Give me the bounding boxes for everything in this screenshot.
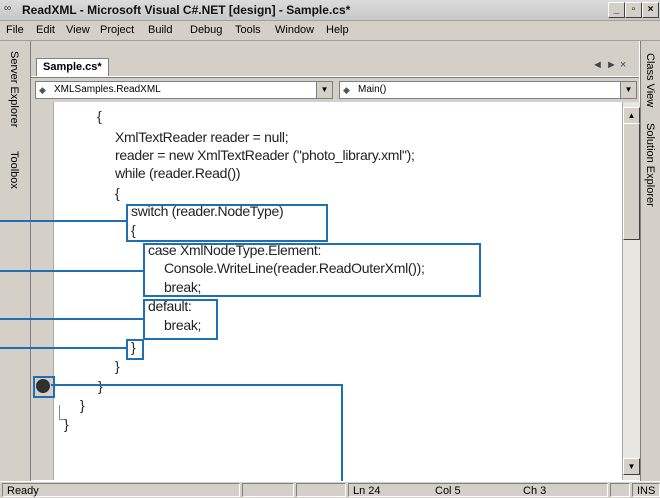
code-line: } <box>80 397 85 413</box>
status-message: Ready <box>2 483 240 497</box>
callout-line <box>51 384 343 386</box>
toolbox-tab[interactable]: Toolbox <box>8 151 20 189</box>
code-line: reader = new XmlTextReader ("photo_libra… <box>115 147 415 163</box>
method-icon: ◆ <box>343 85 350 95</box>
code-line: } <box>115 358 120 374</box>
class-combo-value: XMLSamples.ReadXML <box>54 84 161 95</box>
close-button[interactable]: × <box>642 2 659 18</box>
callout-line <box>0 347 127 349</box>
class-combo[interactable]: ◆ XMLSamples.ReadXML ▼ <box>35 81 333 99</box>
menu-tools[interactable]: Tools <box>235 24 261 36</box>
outline-line <box>59 405 60 419</box>
breakpoint-icon[interactable] <box>36 379 50 393</box>
menu-view[interactable]: View <box>66 24 90 36</box>
menu-file[interactable]: File <box>6 24 24 36</box>
menu-bar: File Edit View Project Build Debug Tools… <box>0 21 660 41</box>
code-line: XmlTextReader reader = null; <box>115 129 289 145</box>
outline-line <box>59 419 64 420</box>
scrollbar-thumb[interactable] <box>623 123 640 240</box>
left-tool-strip: Server Explorer Toolbox <box>0 41 31 481</box>
class-icon: ◆ <box>39 85 46 95</box>
code-line: while (reader.Read()) <box>115 165 241 181</box>
closing-brace-highlight <box>126 339 144 360</box>
right-tool-strip: Class View Solution Explorer <box>640 41 660 481</box>
menu-project[interactable]: Project <box>100 24 134 36</box>
solution-explorer-tab[interactable]: Solution Explorer <box>644 123 656 207</box>
chevron-down-icon[interactable]: ▼ <box>620 82 636 98</box>
code-line: } <box>64 416 69 432</box>
document-tab[interactable]: Sample.cs* <box>36 58 109 76</box>
default-highlight <box>143 299 218 340</box>
menu-window[interactable]: Window <box>275 24 314 36</box>
status-char: Ch 3 <box>523 485 547 497</box>
minimize-button[interactable]: _ <box>608 2 625 18</box>
status-line: Ln 24 <box>353 485 381 497</box>
code-line: { <box>97 108 102 124</box>
status-position: Ln 24 Col 5 Ch 3 <box>348 483 608 497</box>
editor-gutter[interactable] <box>31 102 54 480</box>
server-explorer-tab[interactable]: Server Explorer <box>8 51 20 127</box>
status-panel-blank <box>610 483 630 497</box>
window-title: ReadXML - Microsoft Visual C#.NET [desig… <box>22 3 351 17</box>
app-icon: ∞ <box>4 3 12 14</box>
callout-line <box>0 270 144 272</box>
status-col: Col 5 <box>435 485 461 497</box>
menu-edit[interactable]: Edit <box>36 24 55 36</box>
callout-line <box>0 220 127 222</box>
scroll-down-button[interactable]: ▼ <box>623 458 640 475</box>
case-highlight <box>143 243 481 297</box>
menu-build[interactable]: Build <box>148 24 172 36</box>
chevron-down-icon[interactable]: ▼ <box>316 82 332 98</box>
status-mode: INS <box>632 483 660 497</box>
class-view-tab[interactable]: Class View <box>644 53 656 107</box>
tab-navigation[interactable]: ◄ ► × <box>592 59 626 71</box>
switch-highlight <box>126 204 328 242</box>
member-combo-value: Main() <box>358 84 387 95</box>
menu-debug[interactable]: Debug <box>190 24 222 36</box>
scroll-up-button[interactable]: ▲ <box>623 107 640 124</box>
callout-line <box>0 318 144 320</box>
navigation-bar: ◆ XMLSamples.ReadXML ▼ ◆ Main() ▼ <box>31 77 639 102</box>
status-panel-blank <box>242 483 294 497</box>
document-tab-row <box>31 56 639 76</box>
code-line: { <box>115 185 120 201</box>
title-bar: ∞ ReadXML - Microsoft Visual C#.NET [des… <box>0 0 660 21</box>
member-combo[interactable]: ◆ Main() ▼ <box>339 81 637 99</box>
status-bar: Ready Ln 24 Col 5 Ch 3 INS <box>0 481 660 498</box>
menu-help[interactable]: Help <box>326 24 349 36</box>
tab-strip-top <box>31 41 639 56</box>
code-line: } <box>98 378 103 394</box>
status-panel-blank <box>296 483 346 497</box>
maximize-button[interactable]: ▫ <box>625 2 642 18</box>
